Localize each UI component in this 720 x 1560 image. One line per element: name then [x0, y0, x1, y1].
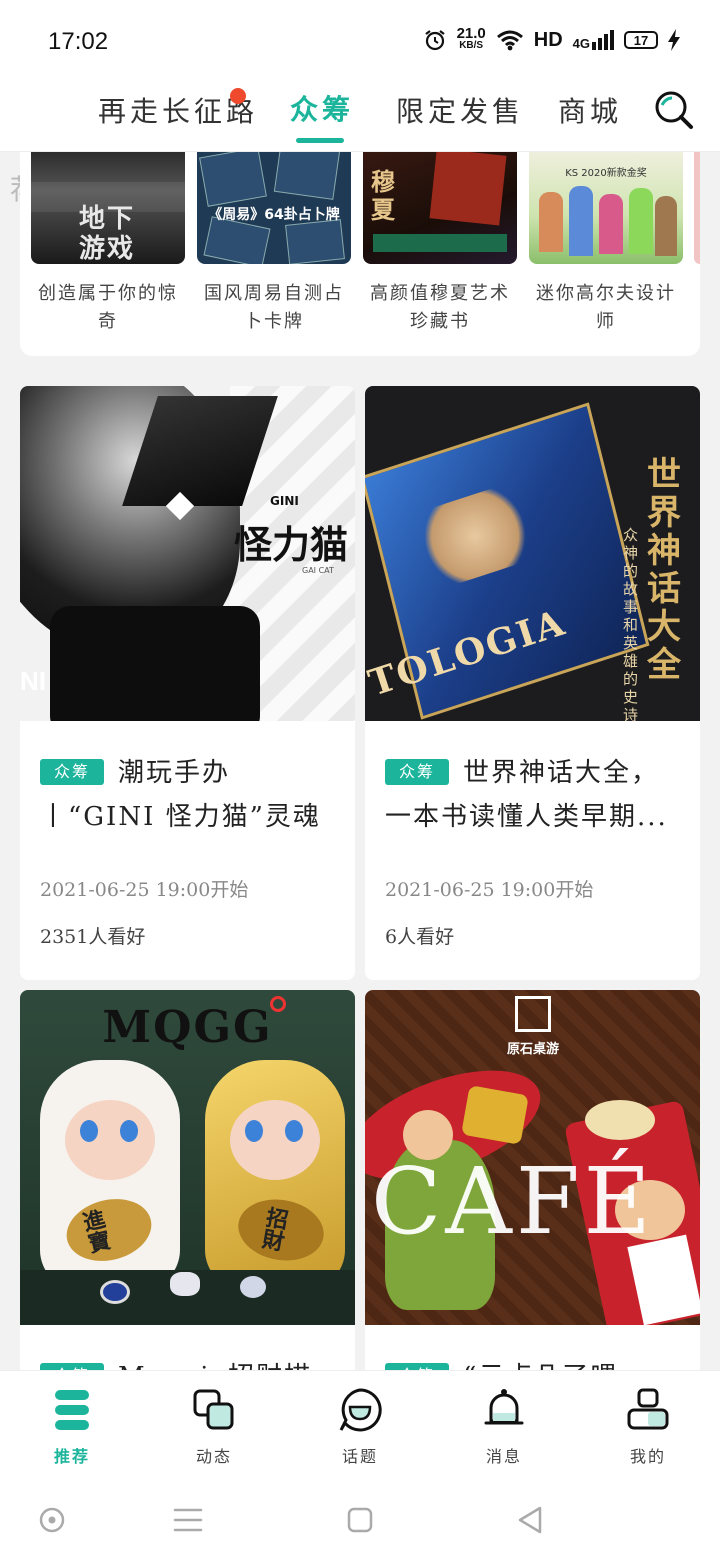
status-time: 17:02: [48, 28, 109, 55]
search-icon[interactable]: [654, 90, 694, 130]
home-stack-icon: [49, 1387, 95, 1433]
back-icon[interactable]: [510, 1500, 550, 1540]
carousel-caption: 迷你高尔夫设计师: [536, 283, 676, 332]
nav-messages[interactable]: 消息: [454, 1387, 554, 1467]
tab-crowdfunding[interactable]: 众筹: [290, 88, 354, 128]
tab-store[interactable]: 商城: [558, 90, 622, 130]
project-image: MQGG 進寶 招財: [20, 990, 355, 1325]
crowdfunding-badge: 众筹: [40, 1363, 105, 1370]
brand-logo: 原石桌游: [507, 1042, 560, 1057]
carousel-caption: 创造属于你的惊奇: [38, 283, 178, 332]
nav-profile[interactable]: 我的: [598, 1387, 698, 1467]
carousel-thumb: 《周易》64卦占卜牌: [197, 152, 351, 264]
project-image: NI GINI 怪力猫 GAI CAT: [20, 386, 355, 721]
home-icon[interactable]: [340, 1500, 380, 1540]
carousel-item[interactable]: 《周易》64卦占卜牌 国风周易自测占卜卡牌: [197, 152, 351, 336]
start-date: 2021-06-25 19:00开始: [385, 879, 594, 901]
carousel-item[interactable]: 地下游戏 创造属于你的惊奇: [31, 152, 185, 336]
like-count: 6人看好: [385, 926, 455, 948]
carousel-item[interactable]: KS 2020新款金奖 迷你高尔夫设计师: [529, 152, 683, 336]
chat-bubble-icon: [337, 1387, 383, 1433]
assistant-icon[interactable]: [32, 1500, 72, 1540]
start-date: 2021-06-25 19:00开始: [40, 879, 249, 901]
status-bar: 17:02 21.0 KB/S HD 4G 17: [0, 0, 720, 80]
nav-recommend[interactable]: 推荐: [22, 1387, 122, 1467]
crowdfunding-badge: 众筹: [385, 1363, 450, 1370]
battery-icon: 17: [624, 31, 658, 49]
alarm-icon: [424, 30, 445, 51]
net-speed: 21.0 KB/S: [456, 25, 486, 51]
carousel-item[interactable]: 穆夏 高颜值穆夏艺术珍藏书: [363, 152, 517, 336]
hd-label: HD: [533, 28, 563, 51]
brand-logo: MQGG: [102, 1002, 273, 1053]
system-navigation: [0, 1480, 720, 1560]
carousel-caption: 高颜值穆夏艺术珍藏书: [370, 283, 510, 332]
project-image: 原石桌游 CAFÉ: [365, 990, 700, 1325]
featured-carousel[interactable]: 地下游戏 创造属于你的惊奇 《周易》64卦占卜牌 国风周易自测占卜卡牌 穆夏 高…: [20, 152, 700, 356]
signal-icon: [592, 30, 614, 50]
project-title: 众筹Magaia招财描摩: [40, 1355, 335, 1370]
cafe-title-graphic: CAFÉ: [371, 1148, 655, 1255]
tab-limited-sale[interactable]: 限定发售: [396, 90, 524, 130]
project-card[interactable]: 原石桌游 CAFÉ 众筹“云点几了喂: [365, 990, 700, 1370]
profile-icon: [625, 1387, 671, 1433]
project-card[interactable]: MQGG 進寶 招財 众筹Magaia招财描摩: [20, 990, 355, 1370]
status-icons: 21.0 KB/S HD 4G 17: [423, 25, 680, 52]
carousel-thumb: 穆夏: [363, 152, 517, 264]
product-name-graphic: 怪力猫: [234, 523, 349, 567]
project-title: 众筹潮玩手办丨“GINI 怪力猫”灵魂深处的...: [40, 758, 321, 832]
wifi-icon: [496, 30, 523, 51]
menu-icon[interactable]: [168, 1500, 208, 1540]
project-title: 众筹“云点几了喂: [385, 1355, 680, 1370]
squares-icon: [191, 1387, 237, 1433]
nav-feed[interactable]: 动态: [164, 1387, 264, 1467]
notification-dot: [230, 88, 246, 104]
nav-topics[interactable]: 话题: [310, 1387, 410, 1467]
project-card[interactable]: TOLOGIA 世界神话大全 众神的故事和英雄的史诗 众筹 世界神话大全，一本书读…: [365, 386, 700, 980]
like-count: 2351人看好: [40, 926, 146, 948]
active-tab-indicator: [296, 138, 344, 143]
project-title: 众筹 世界神话大全，一本书读懂人类早期...: [385, 758, 668, 832]
carousel-thumb: KS 2020新款金奖: [529, 152, 683, 264]
crowdfunding-badge: 众筹: [385, 759, 450, 785]
crowdfunding-badge: 众筹: [40, 759, 105, 785]
project-image: TOLOGIA 世界神话大全 众神的故事和英雄的史诗: [365, 386, 700, 721]
bottom-navigation: 推荐 动态 话题 消息 我的: [0, 1370, 720, 1480]
carousel-next-peek: [694, 152, 700, 264]
carousel-caption: 国风周易自测占卜卡牌: [204, 283, 344, 332]
charging-icon: [668, 29, 680, 51]
signal-indicator: 4G: [573, 30, 614, 50]
book-title-graphic: 世界神话大全: [647, 455, 681, 685]
feed[interactable]: 地下游戏 创造属于你的惊奇 《周易》64卦占卜牌 国风周易自测占卜卡牌 穆夏 高…: [0, 152, 720, 1370]
project-card[interactable]: NI GINI 怪力猫 GAI CAT 众筹潮玩手办丨“GINI 怪力猫”灵魂深…: [20, 386, 355, 980]
carousel-thumb: 地下游戏: [31, 152, 185, 264]
bell-icon: [481, 1387, 527, 1433]
brand-logo: GINI: [270, 494, 299, 508]
